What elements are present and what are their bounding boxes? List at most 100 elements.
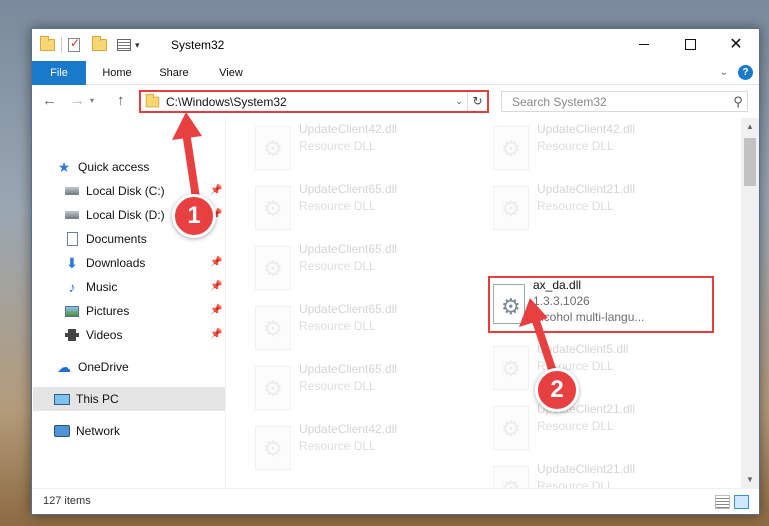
dll-file-icon: ⚙ bbox=[255, 246, 291, 290]
tiles-view-icon[interactable] bbox=[734, 495, 749, 509]
search-box[interactable]: ⚲ bbox=[501, 91, 748, 112]
dll-file-icon: ⚙ bbox=[493, 126, 529, 170]
customize-icon[interactable] bbox=[117, 39, 131, 51]
file-type: Resource DLL bbox=[299, 379, 376, 393]
list-item[interactable]: ⚙ UpdateClient21.dllResource DLL bbox=[487, 400, 717, 458]
sidebar-item-pictures[interactable]: Pictures bbox=[64, 299, 129, 323]
pin-icon[interactable]: 📌 bbox=[210, 185, 222, 196]
folder-icon[interactable] bbox=[40, 36, 55, 51]
tab-home[interactable]: Home bbox=[96, 61, 138, 85]
refresh-icon[interactable]: ↻ bbox=[467, 92, 487, 111]
list-item[interactable]: ⚙ UpdateClient65.dll Resource DLL bbox=[249, 360, 479, 418]
documents-icon bbox=[64, 231, 80, 247]
minimize-button[interactable] bbox=[621, 29, 667, 59]
file-name: UpdateClient65.dll bbox=[299, 302, 398, 316]
search-icon[interactable]: ⚲ bbox=[729, 94, 747, 110]
sidebar-item-music[interactable]: ♪ Music bbox=[64, 275, 118, 299]
scroll-down-icon[interactable]: ▼ bbox=[741, 471, 759, 488]
chevron-down-icon[interactable]: ▾ bbox=[135, 40, 140, 51]
sidebar-item-label: Network bbox=[76, 424, 121, 438]
file-list: ⚙ UpdateClient42.dll Resource DLL ⚙ Updat… bbox=[227, 118, 747, 510]
dll-file-icon: ⚙ bbox=[255, 426, 291, 470]
details-view-icon[interactable] bbox=[715, 495, 730, 509]
search-input[interactable] bbox=[502, 94, 729, 109]
list-item[interactable]: ⚙ UpdateClient21.dllResource DLL bbox=[487, 180, 717, 238]
list-item[interactable]: ⚙ UpdateClient42.dll Resource DLL bbox=[249, 120, 479, 178]
sidebar-item-label: This PC bbox=[76, 392, 119, 406]
sidebar-item-local-disk-c[interactable]: Local Disk (C:) bbox=[64, 179, 165, 203]
item-count: 127 items bbox=[43, 495, 91, 507]
address-dropdown-icon[interactable]: ⌄ bbox=[451, 96, 467, 107]
file-name: UpdateClient42.dll bbox=[299, 422, 398, 436]
downloads-icon: ⬇ bbox=[66, 254, 78, 271]
disk-icon bbox=[64, 207, 80, 223]
list-item[interactable]: ⚙ UpdateClient42.dll Resource DLL bbox=[487, 120, 717, 178]
this-pc-icon bbox=[54, 391, 70, 407]
sidebar-item-local-disk-d[interactable]: Local Disk (D:) bbox=[64, 203, 165, 227]
file-name: UpdateClient5.dll bbox=[537, 342, 629, 356]
file-name: UpdateClient65.dll bbox=[299, 242, 398, 256]
pin-icon[interactable]: 📌 bbox=[210, 257, 222, 268]
vertical-scrollbar[interactable]: ▲ ▼ bbox=[741, 118, 759, 488]
dll-file-icon: ⚙ bbox=[493, 346, 529, 390]
list-item[interactable]: ⚙ UpdateClient65.dll Resource DLL bbox=[249, 240, 479, 298]
disk-icon bbox=[64, 183, 80, 199]
sidebar-item-onedrive[interactable]: ☁ OneDrive bbox=[56, 355, 129, 379]
sidebar-item-quick-access[interactable]: ★ Quick access bbox=[56, 155, 150, 179]
list-item[interactable]: ⚙ UpdateClient65.dll Resource DLL bbox=[249, 300, 479, 358]
pin-icon[interactable]: 📌 bbox=[210, 305, 222, 316]
sidebar-item-label: Downloads bbox=[86, 256, 146, 270]
pictures-icon bbox=[64, 303, 80, 319]
toolbar-divider bbox=[61, 37, 62, 53]
list-item[interactable]: ⚙ UpdateClient65.dll Resource DLL bbox=[249, 180, 479, 238]
star-icon: ★ bbox=[57, 158, 71, 175]
highlight-box bbox=[488, 276, 714, 333]
recent-locations-icon[interactable]: ▾ bbox=[90, 96, 94, 105]
dll-file-icon: ⚙ bbox=[255, 306, 291, 350]
dll-file-icon: ⚙ bbox=[493, 186, 529, 230]
sidebar-item-label: Quick access bbox=[78, 160, 150, 174]
address-folder-icon bbox=[145, 93, 160, 107]
videos-icon bbox=[64, 327, 80, 343]
callout-badge-2: 2 bbox=[535, 368, 579, 412]
sidebar-item-label: Videos bbox=[86, 328, 123, 342]
close-button[interactable]: ✕ bbox=[713, 29, 759, 59]
properties-check-icon[interactable] bbox=[68, 36, 80, 52]
scroll-up-icon[interactable]: ▲ bbox=[741, 118, 759, 135]
ribbon-right: ⌄ ? bbox=[720, 65, 753, 80]
tab-share[interactable]: Share bbox=[153, 61, 195, 85]
file-name: UpdateClient42.dll bbox=[537, 122, 636, 136]
sidebar-item-network[interactable]: Network bbox=[54, 419, 120, 443]
tab-file[interactable]: File bbox=[32, 61, 86, 85]
sidebar-item-this-pc[interactable]: This PC bbox=[33, 387, 225, 411]
back-arrow-icon[interactable]: ← bbox=[42, 92, 57, 109]
window-controls: ✕ bbox=[621, 29, 759, 59]
expand-ribbon-icon[interactable]: ⌄ bbox=[720, 67, 728, 78]
up-arrow-icon[interactable]: ↑ bbox=[117, 92, 125, 109]
address-path[interactable]: C:\Windows\System32 bbox=[166, 95, 451, 109]
quick-access-toolbar: ▾ bbox=[40, 36, 140, 53]
maximize-button[interactable] bbox=[667, 29, 713, 59]
music-icon: ♪ bbox=[68, 279, 76, 295]
navigation-bar: ← → ▾ ↑ C:\Windows\System32 ⌄ ↻ ⚲ bbox=[32, 86, 759, 118]
file-name: UpdateClient42.dll bbox=[299, 122, 398, 136]
scroll-thumb[interactable] bbox=[744, 138, 756, 186]
sidebar-item-downloads[interactable]: ⬇ Downloads bbox=[64, 251, 145, 275]
sidebar-item-documents[interactable]: Documents bbox=[64, 227, 147, 251]
list-item[interactable]: ⚙ UpdateClient42.dll Resource DLL bbox=[249, 420, 479, 478]
help-icon[interactable]: ? bbox=[738, 65, 753, 80]
sidebar-item-label: Documents bbox=[86, 232, 147, 246]
tab-view[interactable]: View bbox=[210, 61, 252, 85]
list-item[interactable]: ⚙ UpdateClient5.dll Resource DLL bbox=[487, 340, 717, 398]
callout-badge-1: 1 bbox=[172, 194, 216, 238]
pin-icon[interactable]: 📌 bbox=[210, 329, 222, 340]
address-bar[interactable]: C:\Windows\System32 ⌄ ↻ bbox=[139, 90, 489, 113]
pin-icon[interactable]: 📌 bbox=[210, 281, 222, 292]
dll-file-icon: ⚙ bbox=[255, 186, 291, 230]
forward-arrow-icon[interactable]: → bbox=[70, 92, 85, 109]
file-type: Resource DLL bbox=[299, 139, 376, 153]
file-type: Resource DLL bbox=[299, 199, 376, 213]
new-folder-icon[interactable] bbox=[92, 36, 107, 51]
sidebar-item-videos[interactable]: Videos bbox=[64, 323, 122, 347]
file-type: Resource DLL bbox=[299, 259, 376, 273]
